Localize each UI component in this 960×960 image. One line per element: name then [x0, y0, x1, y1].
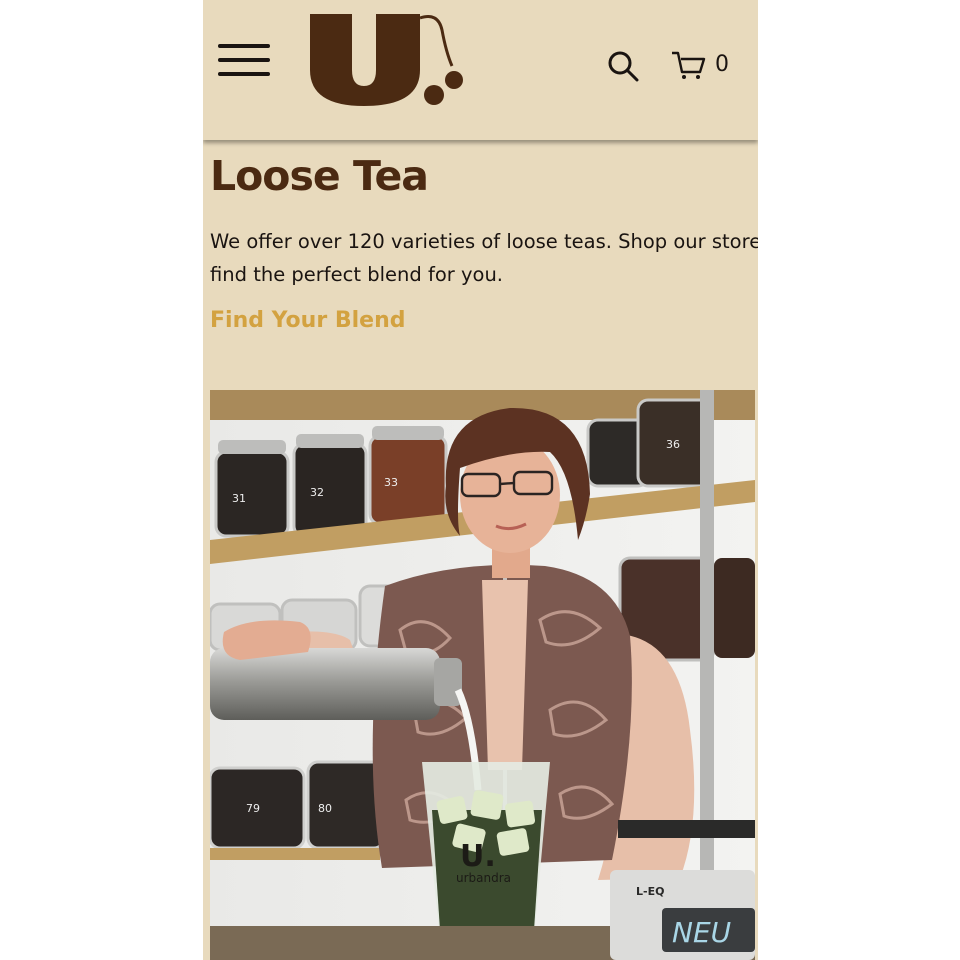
u-teacup-logo-icon[interactable] — [308, 8, 468, 108]
jar-label-36: 36 — [666, 438, 680, 451]
hamburger-menu-icon — [218, 44, 270, 48]
jar-label-79: 79 — [246, 802, 260, 815]
cup-brand-text: urbandra — [456, 871, 511, 885]
menu-button[interactable] — [218, 44, 272, 80]
page-title: Loose Tea — [210, 152, 429, 200]
hamburger-menu-icon-bar — [218, 58, 270, 62]
tea-shop-photo: 31 32 33 36 79 80 U. urbandra L-EQ NEU — [210, 390, 755, 960]
lower-jar-row: 79 80 — [210, 760, 386, 850]
cart-count-badge[interactable]: 0 — [715, 52, 729, 77]
scale-display-text: NEU — [672, 916, 731, 949]
intro-paragraph: We offer over 120 varieties of loose tea… — [210, 230, 758, 286]
search-icon[interactable] — [607, 50, 639, 82]
scale-top — [618, 820, 755, 838]
bottle-neck — [434, 658, 462, 706]
find-your-blend-link[interactable]: Find Your Blend — [210, 308, 405, 333]
cart-icon[interactable] — [671, 50, 707, 82]
person-shirt — [482, 580, 528, 770]
cup-logo: U. — [460, 839, 496, 874]
jar-label-32: 32 — [310, 486, 324, 499]
jar-label-80: 80 — [318, 802, 332, 815]
jar-label-33: 33 — [384, 476, 398, 489]
mobile-page: 0 Loose Tea We offer over 120 varieties … — [203, 0, 758, 960]
hamburger-menu-icon-bar — [218, 72, 270, 76]
lower-shelf — [210, 848, 380, 860]
site-header: 0 — [203, 0, 758, 140]
scale-brand-label: L-EQ — [636, 885, 664, 898]
jar-label-31: 31 — [232, 492, 246, 505]
